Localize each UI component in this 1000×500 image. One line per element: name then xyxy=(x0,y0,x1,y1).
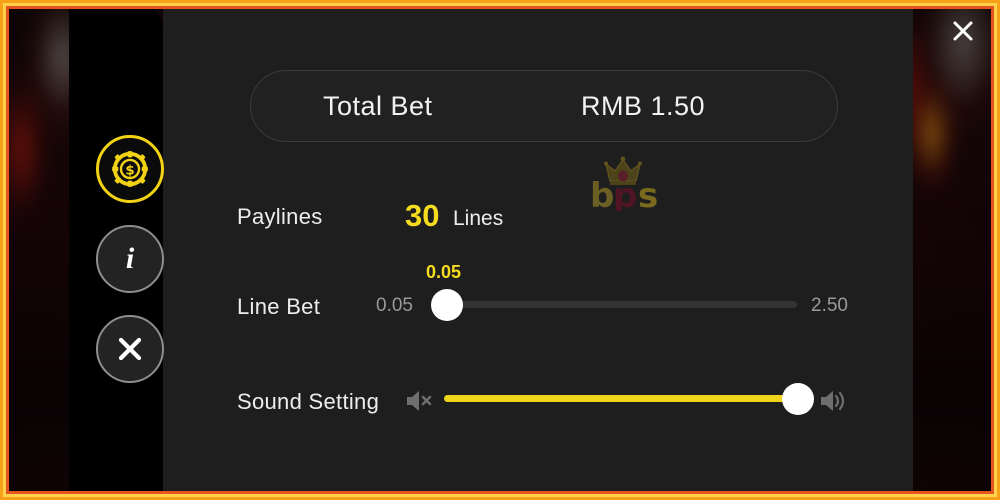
screen-content: $ i Total Bet RMB 1.50 b p s Paylines 30… xyxy=(9,9,991,491)
total-bet-label: Total Bet xyxy=(323,90,433,121)
info-icon: i xyxy=(125,242,135,275)
sound-slider-thumb[interactable] xyxy=(782,383,814,415)
sound-slider-track[interactable] xyxy=(444,395,804,402)
svg-text:$: $ xyxy=(125,164,134,179)
line-bet-min-value: 0.05 xyxy=(376,295,413,316)
sidebar-item-close-panel[interactable] xyxy=(96,315,164,383)
sidebar-item-game-info[interactable]: i xyxy=(96,225,164,293)
speaker-on-icon[interactable] xyxy=(819,386,849,421)
sidebar-item-bet-settings[interactable]: $ xyxy=(96,135,164,203)
paylines-count-value: 30 xyxy=(405,198,440,233)
line-bet-slider-track[interactable] xyxy=(439,301,797,308)
window-close-icon xyxy=(953,21,973,41)
app-screen: $ i Total Bet RMB 1.50 b p s Paylines 30… xyxy=(0,0,1000,500)
close-x-icon xyxy=(114,333,146,365)
total-bet-value: RMB 1.50 xyxy=(581,90,706,121)
line-bet-slider-thumb[interactable] xyxy=(431,289,463,321)
line-bet-current-value: 0.05 xyxy=(426,262,462,282)
casino-chip-icon: $ xyxy=(111,150,149,188)
paylines-unit-label: Lines xyxy=(453,207,504,230)
total-bet-display: Total Bet RMB 1.50 xyxy=(250,70,838,142)
sound-slider-fill xyxy=(444,395,804,402)
line-bet-label: Line Bet xyxy=(237,294,321,319)
paylines-label: Paylines xyxy=(237,204,323,229)
speaker-mute-icon[interactable] xyxy=(404,387,434,420)
sound-setting-label: Sound Setting xyxy=(237,389,380,414)
line-bet-max-value: 2.50 xyxy=(811,295,848,316)
window-close-button[interactable] xyxy=(946,14,980,48)
